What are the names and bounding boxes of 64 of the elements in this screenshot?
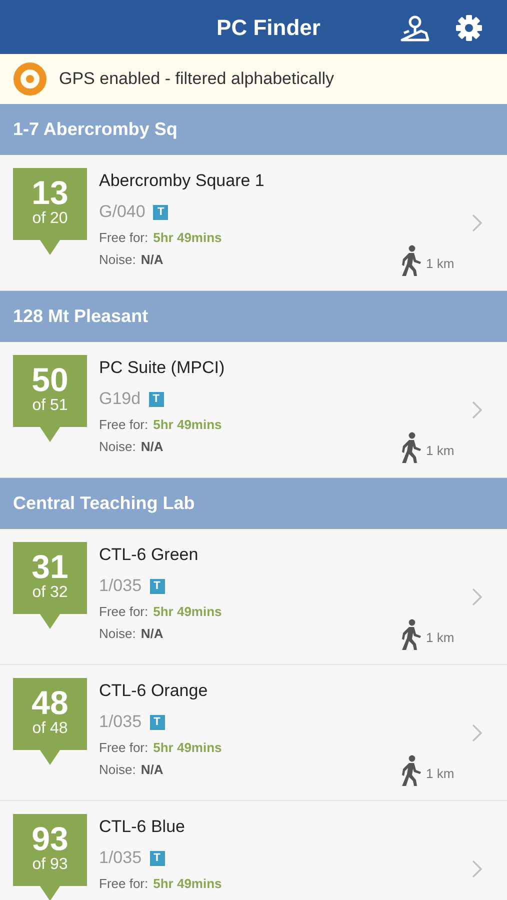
noise-value: N/A: [140, 625, 164, 643]
noise-label: Noise:: [99, 761, 136, 779]
noise-label: Noise:: [99, 251, 136, 269]
free-time: 5hr 49mins: [153, 603, 222, 621]
free-for-label: Free for:: [99, 229, 148, 247]
room-code: G/040: [99, 201, 146, 224]
free-time: 5hr 49mins: [153, 739, 222, 757]
room-name: Abercromby Square 1: [99, 170, 264, 192]
gps-status-text: GPS enabled - filtered alphabetically: [59, 68, 334, 90]
chevron-right-icon: [472, 214, 482, 232]
walking-person-icon: [400, 755, 422, 787]
walking-person-icon: [400, 432, 422, 464]
free-for-label: Free for:: [99, 739, 148, 757]
gps-target-icon: [13, 62, 47, 96]
total-count: of 93: [32, 856, 68, 874]
room-name: CTL-6 Blue: [99, 816, 186, 838]
room-tag: T: [150, 714, 165, 730]
available-count: 93: [32, 822, 68, 856]
total-count: of 51: [32, 397, 68, 415]
room-name: CTL-6 Green: [99, 544, 200, 566]
room-tag: T: [148, 392, 164, 406]
free-time: 5hr 49mins: [153, 229, 222, 247]
walking-person-icon: [400, 619, 422, 651]
total-count: of 32: [32, 584, 68, 602]
section-title: 1-7 Abercromby Sq: [13, 118, 178, 141]
room-code: G19d: [99, 388, 141, 410]
room-name: CTL-6 Orange: [99, 680, 209, 702]
walking-person-icon: [400, 245, 422, 277]
free-for-label: Free for:: [99, 875, 148, 893]
total-count: of 20: [32, 210, 68, 228]
free-for-label: Free for:: [99, 603, 148, 621]
total-count: of 48: [32, 720, 68, 738]
free-for-label: Free for:: [99, 416, 148, 434]
room-code: 1/035: [99, 847, 142, 870]
map-pin-icon[interactable]: [400, 14, 430, 42]
available-count: 31: [32, 550, 68, 584]
distance-text: 1 km: [426, 442, 454, 460]
chevron-right-icon: [472, 401, 482, 419]
noise-value: N/A: [140, 761, 164, 779]
room-code: 1/035: [99, 575, 142, 598]
noise-label: Noise:: [99, 625, 136, 643]
free-time: 5hr 49mins: [153, 875, 222, 893]
settings-icon[interactable]: [455, 14, 483, 42]
available-count: 48: [32, 686, 68, 720]
room-tag: T: [150, 578, 165, 594]
free-time: 5hr 49mins: [153, 416, 222, 434]
noise-value: N/A: [140, 251, 164, 269]
noise-label: Noise:: [99, 438, 136, 456]
distance-text: 1 km: [426, 255, 454, 274]
available-count: 50: [32, 363, 68, 397]
available-count: 13: [32, 176, 68, 210]
noise-value: N/A: [140, 438, 164, 456]
chevron-right-icon: [472, 724, 482, 742]
room-name: PC Suite (MPCI): [99, 357, 225, 379]
room-tag: T: [153, 204, 168, 220]
distance-text: 1 km: [426, 629, 454, 648]
distance-text: 1 km: [426, 765, 454, 784]
room-code: 1/035: [99, 711, 142, 734]
app-title: PC Finder: [216, 14, 320, 42]
section-title: Central Teaching Lab: [13, 492, 195, 515]
chevron-right-icon: [472, 588, 482, 606]
section-title: 128 Mt Pleasant: [13, 305, 148, 328]
room-tag: T: [150, 850, 165, 866]
chevron-right-icon: [472, 860, 482, 878]
